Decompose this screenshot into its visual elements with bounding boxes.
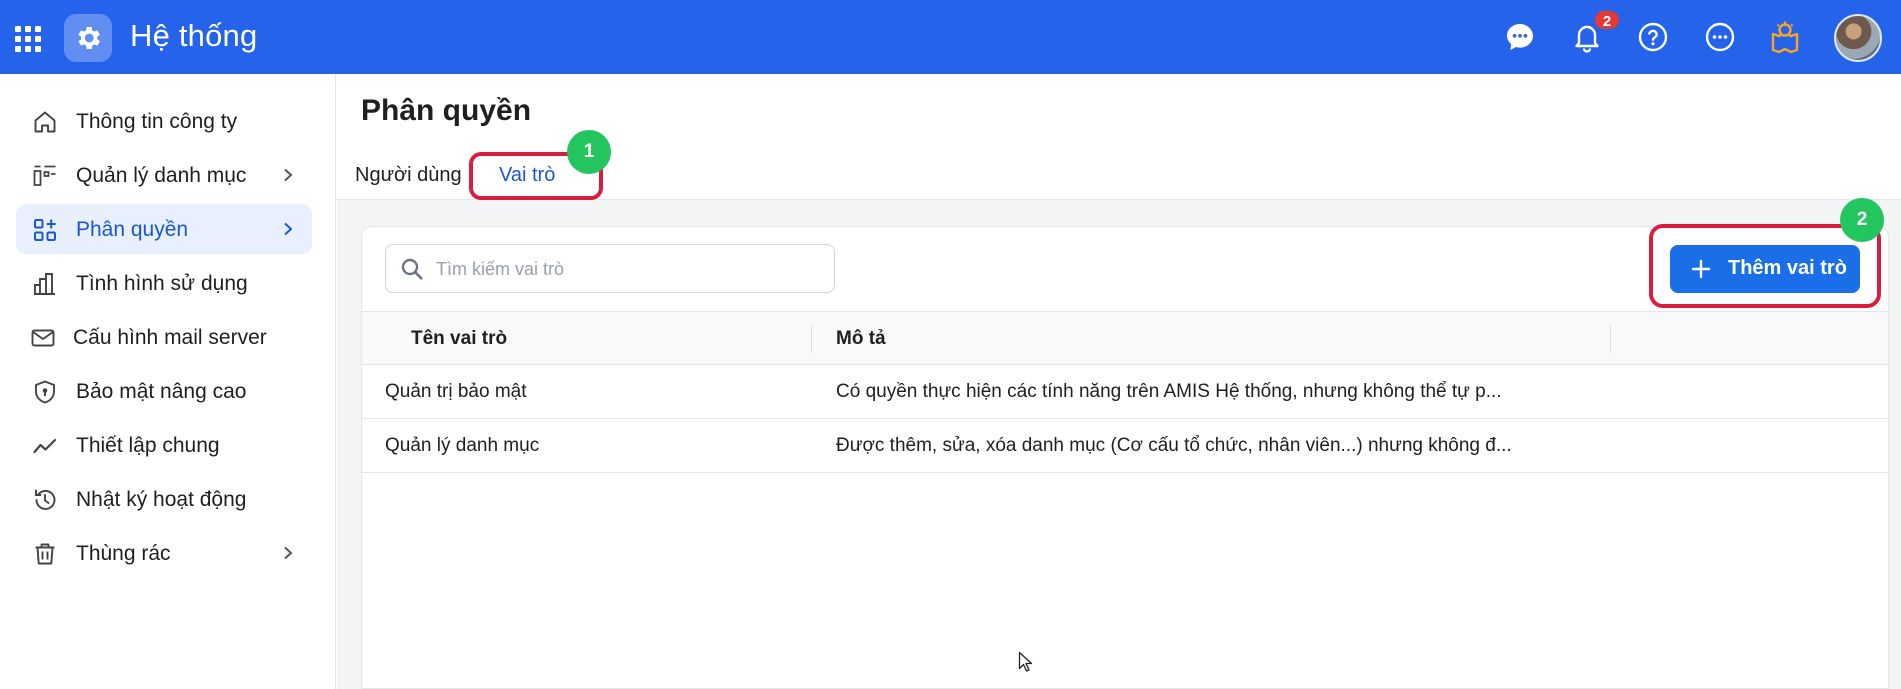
column-divider[interactable] — [1610, 325, 1611, 353]
search-icon — [401, 258, 423, 280]
bar-chart-icon — [34, 273, 55, 295]
chevron-right-icon — [284, 546, 293, 560]
sidebar-item-label: Nhật ký hoạt động — [76, 488, 247, 511]
page-title: Phân quyền — [361, 94, 532, 127]
column-header-description[interactable]: Mô tả — [836, 328, 886, 350]
table-header: Tên vai trò Mô tả — [362, 311, 1888, 365]
highlight-box-add-role — [1649, 224, 1881, 308]
page-header: Phân quyền Người dùng Vai trò 1 — [337, 74, 1901, 200]
role-name-cell: Quản trị bảo mật — [385, 381, 527, 402]
search-input[interactable] — [436, 256, 816, 282]
sidebar-item-label: Phân quyền — [76, 218, 189, 241]
permission-grid-icon — [34, 219, 56, 241]
trend-line-icon — [33, 438, 57, 454]
step-badge-1: 1 — [567, 130, 611, 174]
help-icon[interactable] — [1636, 20, 1670, 54]
chevron-right-icon — [284, 222, 293, 236]
sidebar-item-label: Thông tin công ty — [76, 110, 238, 133]
sidebar-item-company-info[interactable]: Thông tin công ty — [16, 96, 312, 146]
sidebar-item-label: Quản lý danh mục — [76, 164, 247, 187]
sidebar-item-label: Thiết lập chung — [76, 434, 220, 457]
column-header-role-name[interactable]: Tên vai trò — [411, 328, 507, 350]
shield-icon — [35, 380, 55, 404]
sidebar-item-activity-log[interactable]: Nhật ký hoạt động — [16, 474, 312, 524]
trash-icon — [35, 543, 55, 565]
settings-gear-icon — [64, 14, 112, 62]
table-row[interactable]: Quản lý danh mục Được thêm, sửa, xóa dan… — [362, 419, 1888, 473]
sidebar-item-catalog-management[interactable]: Quản lý danh mục — [16, 150, 312, 200]
sidebar: Thông tin công ty Quản lý danh mục Phân … — [0, 74, 336, 689]
avatar[interactable] — [1834, 14, 1882, 62]
role-name-cell: Quản lý danh mục — [385, 435, 540, 456]
home-icon — [34, 111, 56, 133]
sidebar-item-general-settings[interactable]: Thiết lập chung — [16, 420, 312, 470]
step-badge-2: 2 — [1840, 198, 1884, 242]
apps-grid-icon[interactable] — [15, 26, 41, 52]
idea-map-icon[interactable] — [1768, 20, 1802, 54]
sidebar-item-trash[interactable]: Thùng rác — [16, 528, 312, 578]
sidebar-item-label: Cấu hình mail server — [73, 326, 267, 349]
main-content: Phân quyền Người dùng Vai trò 1 Thêm vai… — [337, 74, 1901, 689]
catalog-icon — [33, 165, 56, 186]
search-box — [385, 244, 835, 293]
chevron-right-icon — [284, 168, 293, 182]
sidebar-item-permissions[interactable]: Phân quyền — [16, 204, 312, 254]
role-description-cell: Được thêm, sửa, xóa danh mục (Cơ cấu tổ … — [836, 435, 1512, 456]
more-icon[interactable] — [1703, 20, 1737, 54]
role-description-cell: Có quyền thực hiện các tính năng trên AM… — [836, 381, 1502, 402]
column-divider[interactable] — [811, 325, 812, 353]
sidebar-item-usage[interactable]: Tình hình sử dụng — [16, 258, 312, 308]
mouse-cursor-icon — [1018, 651, 1033, 672]
table-row[interactable]: Quản trị bảo mật Có quyền thực hiện các … — [362, 365, 1888, 419]
sidebar-item-label: Thùng rác — [76, 542, 171, 565]
app-title: Hệ thống — [130, 18, 258, 53]
sidebar-item-mail-server[interactable]: Cấu hình mail server — [16, 312, 312, 362]
sidebar-item-label: Tình hình sử dụng — [76, 272, 248, 295]
tab-users[interactable]: Người dùng — [355, 164, 462, 187]
sidebar-item-label: Bảo mật nâng cao — [76, 380, 247, 403]
mail-icon — [31, 329, 55, 347]
chat-icon[interactable] — [1503, 20, 1537, 54]
notification-badge: 2 — [1593, 9, 1621, 31]
sidebar-item-advanced-security[interactable]: Bảo mật nâng cao — [16, 366, 312, 416]
top-bar: Hệ thống 2 — [0, 0, 1901, 74]
history-icon — [35, 489, 56, 510]
